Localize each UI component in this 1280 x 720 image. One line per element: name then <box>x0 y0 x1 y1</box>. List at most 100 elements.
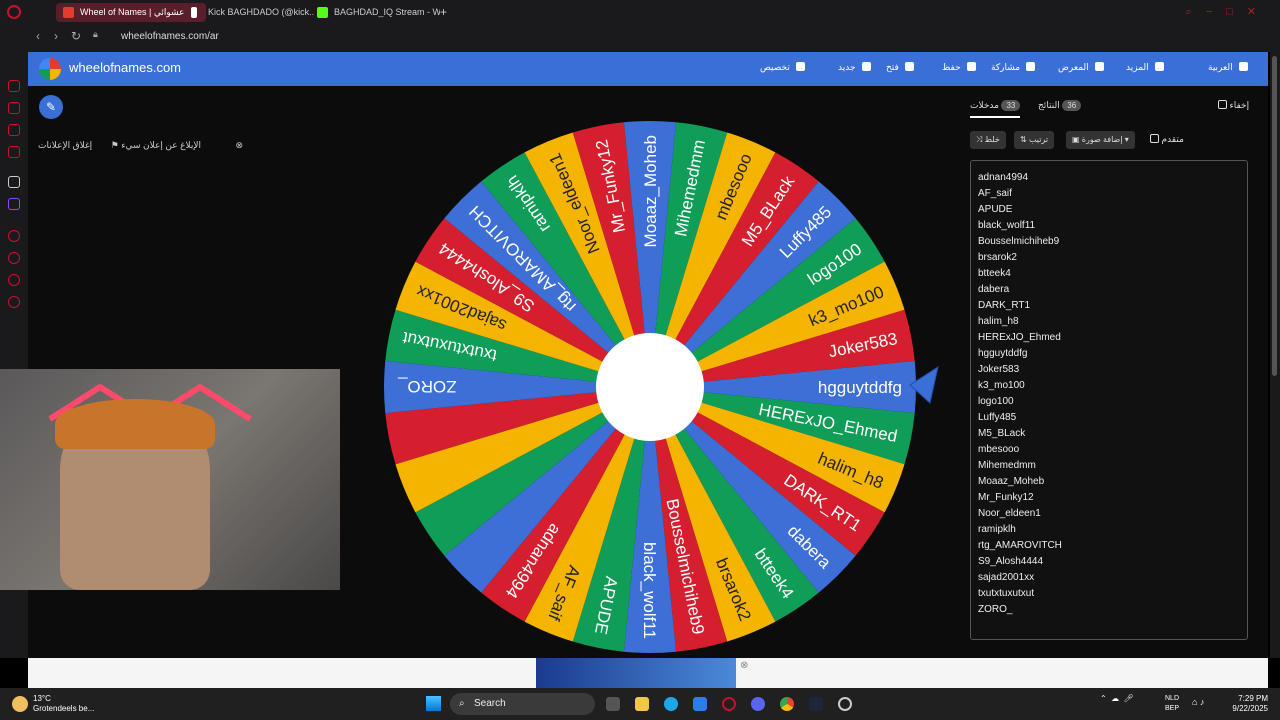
entry-line: logo100 <box>978 396 1014 407</box>
spin-wheel[interactable]: hgguytddfgHERExJO_Ehmedhalim_h8DARK_RT1d… <box>382 119 918 655</box>
site-header: wheelofnames.com تخصيص جديد فتح حفظ مشار… <box>28 52 1268 86</box>
start-button[interactable] <box>426 696 441 711</box>
sidebar-icon[interactable] <box>8 80 20 92</box>
forward-icon[interactable]: › <box>54 29 58 43</box>
tab-entries[interactable]: مدخلات 33 <box>970 100 1023 111</box>
search-icon: ⌕ <box>459 698 465 709</box>
menu-new[interactable]: جديد <box>838 62 871 73</box>
entry-line: Mr_Funky12 <box>978 492 1034 503</box>
tab-baghdad-stream[interactable]: BAGHDAD_IQ Stream - W <box>310 3 440 22</box>
steam-icon[interactable] <box>809 697 823 711</box>
entry-line: dabera <box>978 284 1010 295</box>
shuffle-button[interactable]: ⤨ خلط <box>970 131 1006 149</box>
sort-button[interactable]: ⇅ ترتيب <box>1014 131 1055 149</box>
entry-line: rtg_AMAROVITCH <box>978 540 1062 551</box>
url-field[interactable]: wheelofnames.com/ar <box>121 31 219 42</box>
tab-strip: Wheel of Names | عشوائي Kick BAGHDADO (@… <box>28 0 1280 24</box>
wheel-logo-icon[interactable] <box>39 58 61 80</box>
back-icon[interactable]: ‹ <box>36 29 40 43</box>
opera-logo-icon[interactable] <box>7 5 21 19</box>
close-ad-icon[interactable]: ⊗ <box>740 660 748 671</box>
entry-line: btteek4 <box>978 268 1011 279</box>
share-icon <box>1026 62 1036 71</box>
save-icon <box>966 62 976 71</box>
ads-controls: الإبلاغ عن إعلان سيء ⚑ إغلاق الإعلانات ⊗ <box>38 140 259 151</box>
window-controls[interactable]: ⌕−□✕ <box>1186 5 1270 19</box>
entry-line: DARK_RT1 <box>978 300 1031 311</box>
tiktok-favicon-icon <box>191 7 197 18</box>
opera-taskbar-icon[interactable] <box>722 697 736 711</box>
clock-icon[interactable] <box>8 252 20 264</box>
entry-line: txutxtuxutxut <box>978 588 1035 599</box>
entry-line: S9_Alosh4444 <box>978 556 1044 567</box>
checkbox-icon <box>1150 134 1159 143</box>
entry-line: AF_saif <box>978 188 1012 199</box>
entry-line: mbesooo <box>978 444 1020 455</box>
sidebar-icon[interactable] <box>8 176 20 188</box>
menu-gallery[interactable]: المعرض <box>1058 62 1104 73</box>
wheel-center[interactable] <box>596 333 704 441</box>
webcam-overlay <box>0 369 340 590</box>
menu-language[interactable]: العربية <box>1208 62 1248 73</box>
store-icon[interactable] <box>693 697 707 711</box>
wheel-favicon-icon <box>63 7 74 18</box>
wheel-label: Moaaz_Moheb <box>641 135 660 247</box>
network-volume-icon[interactable]: ⌂ ♪ <box>1192 697 1204 707</box>
entry-line: Moaaz_Moheb <box>978 476 1045 487</box>
new-tab-button[interactable]: + <box>436 3 456 22</box>
file-explorer-icon[interactable] <box>635 697 649 711</box>
tab-underline <box>970 116 1020 118</box>
report-ad-link[interactable]: الإبلاغ عن إعلان سيء ⚑ <box>111 140 217 150</box>
entry-line: hgguytddfg <box>978 348 1028 359</box>
ad-image[interactable] <box>536 658 736 688</box>
language-indicator[interactable]: NLD BEP <box>1165 694 1179 714</box>
entry-line: APUDE <box>978 204 1013 215</box>
entry-line: k3_mo100 <box>978 380 1025 391</box>
palette-icon <box>795 62 805 71</box>
tab-results[interactable]: النتائج 36 <box>1038 100 1084 111</box>
entry-line: ZORO_ <box>978 604 1013 615</box>
address-bar: ‹ › ↻ 🔒︎ wheelofnames.com/ar <box>28 26 1280 50</box>
wheel-label: ZORO_ <box>397 377 456 396</box>
wheel-label: black_wolf11 <box>640 542 659 639</box>
menu-customize[interactable]: تخصيص <box>760 62 805 73</box>
sidebar-icon[interactable] <box>8 274 20 286</box>
cap <box>55 399 215 449</box>
clock[interactable]: 7:29 PM 9/22/2025 <box>1222 694 1268 714</box>
add-image-button[interactable]: ▣ إضافة صورة ▾ <box>1066 131 1135 149</box>
site-name[interactable]: wheelofnames.com <box>69 60 181 75</box>
checkbox-icon <box>1218 100 1227 109</box>
task-view-icon[interactable] <box>606 697 620 711</box>
entries-textarea[interactable]: adnan4994 AF_saif APUDE black_wolf11 Boussel… <box>970 160 1248 640</box>
menu-more[interactable]: المزيد <box>1126 62 1164 73</box>
settings-icon[interactable] <box>8 296 20 308</box>
menu-save[interactable]: حفظ <box>942 62 976 73</box>
edge-icon[interactable] <box>664 697 678 711</box>
scrollbar[interactable] <box>1270 52 1280 658</box>
hide-checkbox[interactable]: إخفاء <box>1218 100 1249 111</box>
app-icon[interactable] <box>838 697 852 711</box>
twitch-icon[interactable] <box>8 198 20 210</box>
system-tray[interactable]: ⌃ ☁ 🎤︎ <box>1100 694 1134 703</box>
sidebar-icon[interactable] <box>8 230 20 242</box>
menu-open[interactable]: فتح <box>886 62 914 73</box>
ad-banner: ⊗ <box>28 658 1268 688</box>
sidebar-icon[interactable] <box>8 124 20 136</box>
discord-icon[interactable] <box>751 697 765 711</box>
chrome-icon[interactable] <box>780 697 794 711</box>
menu-share[interactable]: مشاركة <box>991 62 1036 73</box>
fullscreen-icon <box>1154 62 1164 71</box>
sidebar-icon[interactable] <box>8 146 20 158</box>
entry-line: Joker583 <box>978 364 1020 375</box>
edit-pencil-button[interactable]: ✎ <box>39 95 63 119</box>
globe-icon <box>1238 62 1248 71</box>
weather-widget[interactable]: 13°C Grotendeels be... <box>33 694 94 714</box>
advanced-checkbox[interactable]: متقدم <box>1150 134 1184 145</box>
windows-taskbar: 13°C Grotendeels be... ⌕ Search ⌃ ☁ 🎤︎ NLD… <box>0 688 1280 720</box>
tab-kick[interactable]: Kick BAGHDADO (@kick... <box>184 3 314 22</box>
browser-chrome: Wheel of Names | عشوائي Kick BAGHDADO (@… <box>0 0 1280 52</box>
reload-icon[interactable]: ↻ <box>71 29 81 43</box>
sidebar-icon[interactable] <box>8 102 20 114</box>
taskbar-search[interactable]: ⌕ Search <box>450 693 595 715</box>
scroll-thumb[interactable] <box>1272 56 1277 376</box>
